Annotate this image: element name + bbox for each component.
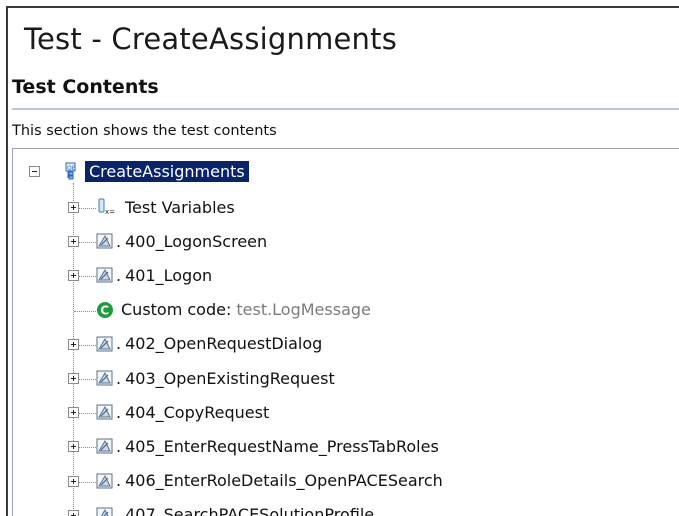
tree-item[interactable]: . 401_Logon [96, 263, 212, 287]
expand-icon[interactable] [68, 509, 79, 516]
expand-icon[interactable] [68, 236, 79, 248]
tree-root-label: CreateAssignments [85, 160, 249, 182]
expand-icon[interactable] [68, 373, 79, 384]
svg-text:x=: x= [105, 208, 115, 216]
tree-item[interactable]: x= Test Variables [96, 195, 235, 219]
editor-title: Test - CreateAssignments [24, 22, 398, 56]
expand-icon[interactable] [68, 407, 79, 419]
tree-item-prefix: . [116, 471, 122, 491]
tree-item-prefix: . [116, 334, 122, 354]
tree-root[interactable]: QE CreateAssignments [65, 159, 249, 183]
tree-item-prefix: . [116, 231, 122, 251]
test-contents-tree[interactable]: QE CreateAssignments x= Test Variables. 4… [12, 148, 679, 516]
test-variables-icon: x= [98, 198, 115, 216]
expand-icon[interactable] [68, 202, 79, 213]
svg-text:QE: QE [67, 165, 76, 172]
tree-connector [74, 310, 96, 312]
tree-item[interactable]: C Custom code: test.LogMessage [96, 298, 371, 322]
tree-item[interactable]: . 404_CopyRequest [96, 400, 269, 424]
expand-icon[interactable] [68, 475, 79, 487]
tree-item-label: 402_OpenRequestDialog [125, 334, 323, 354]
expand-icon[interactable] [68, 270, 79, 282]
test-suite-icon: QE [65, 162, 76, 180]
http-page-icon [96, 473, 113, 489]
tree-item-label: 405_EnterRequestName_PressTabRoles [125, 436, 439, 456]
tree-item-prefix: . [116, 436, 122, 456]
http-page-icon [96, 336, 113, 352]
expand-icon[interactable] [68, 338, 79, 350]
http-page-icon [96, 370, 113, 386]
tree-item[interactable]: . 402_OpenRequestDialog [96, 332, 322, 356]
tree-item[interactable]: . 405_EnterRequestName_PressTabRoles [96, 434, 439, 458]
expand-icon[interactable] [68, 441, 79, 453]
tree-item-label: Test Variables [125, 197, 235, 217]
http-page-icon [96, 404, 113, 420]
http-page-icon [96, 438, 113, 454]
collapse-icon[interactable] [29, 166, 40, 177]
tree-item[interactable]: . 403_OpenExistingRequest [96, 366, 335, 390]
section-header[interactable]: Test Contents [12, 76, 159, 98]
http-page-icon [96, 267, 113, 283]
tree-item-detail: test.LogMessage [236, 300, 371, 320]
tree-item-prefix: . [116, 505, 122, 516]
svg-text:C: C [100, 303, 109, 317]
tree-item-label: 404_CopyRequest [125, 402, 270, 422]
tree-item[interactable]: . 400_LogonScreen [96, 229, 267, 253]
custom-code-icon: C [97, 301, 113, 318]
tree-item-label: 407_SearchPACESolutionProfile [125, 505, 375, 516]
tree-item-label: 401_Logon [125, 265, 213, 285]
http-page-icon [96, 233, 113, 249]
section-divider [12, 108, 679, 110]
tree-item-label: 406_EnterRoleDetails_OpenPACESearch [125, 471, 443, 491]
tree-item-label: 400_LogonScreen [125, 231, 268, 251]
http-page-icon [96, 507, 113, 516]
tree-item[interactable]: . 406_EnterRoleDetails_OpenPACESearch [96, 469, 443, 493]
tree-item[interactable]: . 407_SearchPACESolutionProfile [96, 503, 374, 516]
tree-item-label: 403_OpenExistingRequest [125, 368, 335, 388]
tree-item-label: Custom code: [121, 300, 232, 320]
tree-item-prefix: . [116, 265, 122, 285]
tree-item-prefix: . [116, 402, 122, 422]
section-description: This section shows the test contents [12, 123, 277, 139]
tree-item-prefix: . [116, 368, 122, 388]
